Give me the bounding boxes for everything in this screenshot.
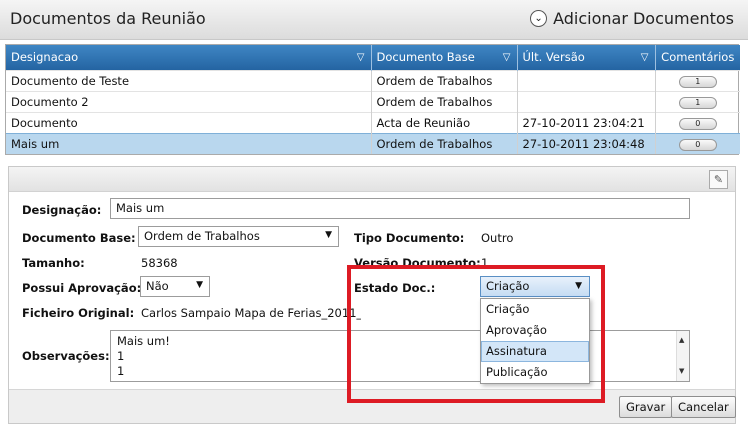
cell-documento-base: Acta de Reunião	[371, 111, 518, 133]
tamanho-value: 58368	[141, 256, 178, 270]
tamanho-label: Tamanho:	[22, 256, 85, 270]
cell-ult-versao: 27-10-2011 23:04:48	[517, 132, 656, 154]
table-row[interactable]: Documento de Teste Ordem de Trabalhos 1	[6, 69, 740, 91]
documento-base-value: Ordem de Trabalhos	[144, 229, 260, 243]
filter-icon[interactable]: ▽	[641, 52, 649, 63]
possui-aprovacao-label: Possui Aprovação:	[22, 281, 142, 295]
possui-aprovacao-value: Não	[146, 279, 169, 293]
page-title: Documentos da Reunião	[10, 9, 206, 28]
table-row-selected[interactable]: Mais um Ordem de Trabalhos 27-10-2011 23…	[6, 132, 740, 154]
cell-designacao: Mais um	[6, 132, 372, 154]
ficheiro-original-label: Ficheiro Original:	[22, 306, 135, 320]
cell-ult-versao	[517, 90, 656, 112]
save-button[interactable]: Gravar	[619, 396, 673, 418]
cell-documento-base: Ordem de Trabalhos	[371, 90, 518, 112]
chevron-down-icon[interactable]: ⌄	[530, 10, 548, 27]
designacao-label: Designação:	[22, 203, 102, 217]
column-header-comentarios[interactable]: Comentários	[655, 45, 740, 70]
pencil-icon[interactable]: ✎	[709, 170, 728, 189]
add-documents-button[interactable]: ⌄ Adicionar Documentos	[530, 9, 734, 28]
dropdown-arrow-icon: ▼	[325, 230, 332, 240]
add-documents-label: Adicionar Documentos	[553, 9, 734, 28]
documento-base-select[interactable]: Ordem de Trabalhos ▼	[138, 226, 339, 247]
documento-base-label: Documento Base:	[22, 231, 136, 245]
cell-documento-base: Ordem de Trabalhos	[371, 132, 518, 154]
comments-button[interactable]: 1	[678, 76, 717, 88]
observacoes-label: Observações:	[22, 349, 110, 363]
filter-icon[interactable]: ▽	[357, 52, 365, 63]
tipo-documento-label: Tipo Documento:	[354, 231, 465, 245]
comments-button[interactable]: 0	[678, 139, 717, 152]
page-header: Documentos da Reunião ⌄ Adicionar Docume…	[0, 0, 748, 40]
cell-designacao: Documento de Teste	[6, 69, 372, 91]
documents-grid: Designacao ▽ Documento Base ▽ Últ. Versão ▽…	[5, 44, 740, 155]
comments-button[interactable]: 0	[678, 118, 717, 130]
cell-designacao: Documento	[6, 111, 372, 133]
scroll-up-icon[interactable]: ▲	[679, 333, 684, 348]
column-header-ult-versao[interactable]: Últ. Versão ▽	[517, 45, 656, 70]
possui-aprovacao-select[interactable]: Não ▼	[140, 276, 210, 297]
cell-ult-versao	[517, 69, 656, 91]
panel-toolbar: ✎	[9, 167, 735, 192]
comments-button[interactable]: 1	[678, 97, 717, 109]
ficheiro-original-value: Carlos Sampaio Mapa de Ferias_2011_2	[141, 306, 361, 320]
cell-ult-versao: 27-10-2011 23:04:21	[517, 111, 656, 133]
column-header-documento-base[interactable]: Documento Base ▽	[371, 45, 518, 70]
cell-documento-base: Ordem de Trabalhos	[371, 69, 518, 91]
textarea-scrollbar[interactable]: ▲ ▼	[676, 331, 689, 381]
table-row[interactable]: Documento 2 Ordem de Trabalhos 1	[6, 90, 740, 112]
filter-icon[interactable]: ▽	[503, 52, 511, 63]
tipo-documento-value: Outro	[481, 231, 514, 245]
dropdown-arrow-icon: ▼	[196, 280, 203, 290]
red-highlight-box	[347, 265, 605, 403]
cell-designacao: Documento 2	[6, 90, 372, 112]
designacao-input[interactable]: Mais um	[110, 198, 690, 219]
column-header-designacao[interactable]: Designacao ▽	[6, 45, 372, 70]
scroll-down-icon[interactable]: ▼	[679, 364, 684, 379]
cancel-button[interactable]: Cancelar	[671, 396, 736, 418]
table-row[interactable]: Documento Acta de Reunião 27-10-2011 23:…	[6, 111, 740, 133]
